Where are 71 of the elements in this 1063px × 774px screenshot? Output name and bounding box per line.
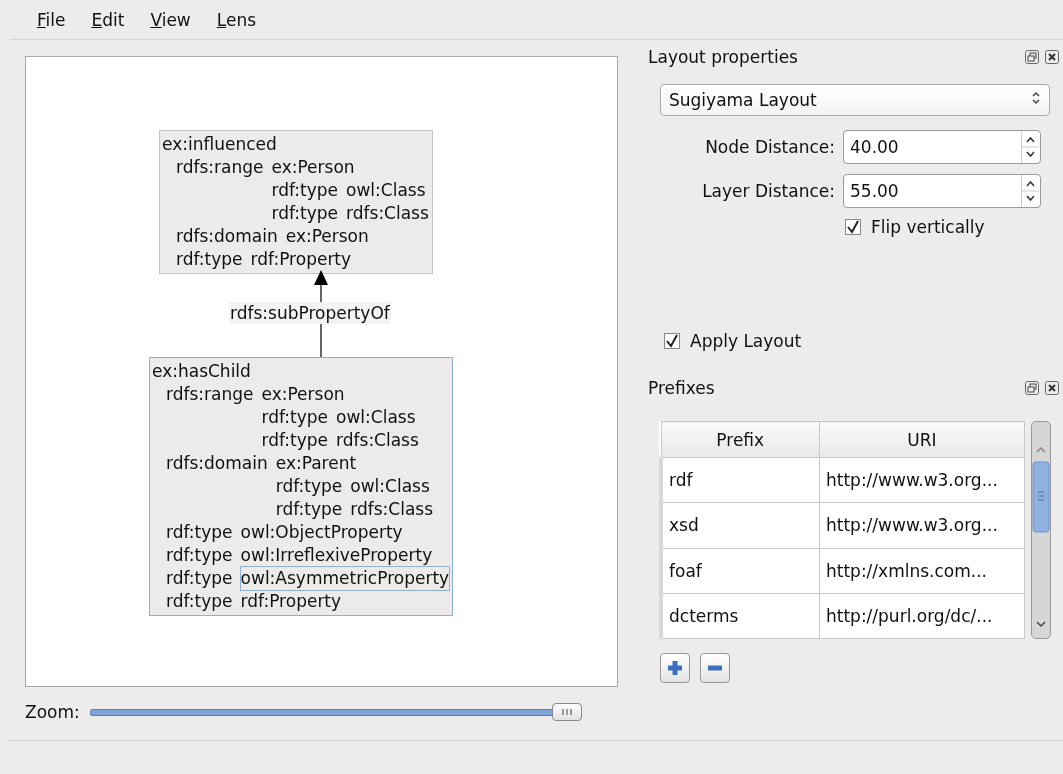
checkbox[interactable]: Apply Layout [664, 331, 802, 351]
spin-box[interactable]: 40.00 [843, 130, 1041, 164]
predicate-text: rdf:type [271, 179, 339, 202]
zoom-label: Zoom: [25, 702, 80, 722]
field-label: Node Distance: [705, 137, 835, 157]
table-cell: foaf [661, 548, 820, 594]
predicate-text: rdfs:domain [166, 452, 268, 475]
field-label: Layer Distance: [702, 181, 835, 201]
plus-icon [665, 658, 685, 678]
menu-item[interactable]: File [24, 9, 79, 30]
menu-item[interactable]: Edit [78, 9, 138, 30]
layout-dropdown[interactable]: Sugiyama Layout [660, 84, 1050, 116]
predicate-text: rdfs:range [166, 383, 254, 406]
add-button[interactable] [660, 653, 690, 683]
checkmark-icon [846, 220, 860, 234]
predicate-text: rdf:type [275, 498, 343, 521]
graph-node[interactable]: ex:influenced rdfs:range ex:Person rdf:type owl:Class rdf:type rdfs:Class rdfs:domain ex:Person rdf:type rdf:Property [159, 130, 433, 274]
object-text[interactable]: ex:Person [260, 382, 346, 407]
object-text[interactable]: owl:Class [349, 474, 431, 499]
object-text[interactable]: ex:Person [270, 155, 356, 180]
predicate-text: rdf:type [176, 248, 243, 271]
object-text[interactable]: owl:ObjectProperty [239, 520, 404, 545]
object-text[interactable]: rdfs:Class [345, 201, 430, 226]
column-header[interactable]: Prefix [661, 421, 820, 458]
graph-node[interactable] [149, 357, 454, 616]
predicate-text: rdf:type [261, 429, 329, 452]
panel-title: Prefixes [648, 378, 715, 398]
object-text[interactable]: ex:Person [284, 224, 370, 249]
remove-button[interactable] [700, 653, 730, 683]
predicate-text: rdf:type [261, 406, 329, 429]
object-text[interactable]: rdfs:Class [335, 428, 420, 453]
node-title: ex:hasChild [152, 360, 252, 383]
updown-icon [1031, 90, 1041, 106]
predicate-text: rdf:type [271, 202, 339, 225]
table-cell: dcterms [661, 593, 820, 639]
panel-title: Layout properties [648, 47, 798, 67]
edge-label: rdfs:subPropertyOf [229, 302, 391, 324]
checkbox[interactable]: Flip vertically [845, 217, 985, 237]
object-text[interactable]: ex:Parent [274, 451, 358, 476]
column-header[interactable]: URI [819, 421, 1025, 458]
slider-handle[interactable] [551, 703, 582, 721]
close-icon[interactable] [1045, 381, 1059, 395]
table-cell: http://purl.org/dc/... [819, 593, 1025, 639]
table-cell: rdf [661, 457, 820, 503]
table-cell: http://xmlns.com... [819, 548, 1025, 594]
float-icon[interactable] [1025, 381, 1039, 395]
table-cell: http://www.w3.org... [819, 457, 1025, 503]
predicate-text: rdf:type [275, 475, 343, 498]
predicate-text: rdf:type [166, 590, 233, 613]
checkmark-icon [665, 334, 679, 348]
object-text[interactable]: owl:Class [335, 405, 417, 430]
scrollbar[interactable] [1031, 421, 1051, 639]
table-cell: xsd [661, 502, 820, 549]
object-text[interactable]: rdfs:Class [349, 497, 435, 522]
predicate-text: rdfs:range [176, 156, 264, 179]
object-text[interactable]: rdf:Property [239, 589, 343, 614]
object-text[interactable]: rdf:Property [249, 247, 353, 272]
object-text[interactable]: owl:AsymmetricProperty [239, 566, 451, 591]
predicate-text: rdf:type [166, 544, 233, 567]
object-text[interactable]: owl:IrreflexiveProperty [239, 543, 434, 568]
predicate-text: rdf:type [166, 567, 233, 590]
object-text[interactable]: owl:Class [345, 178, 427, 203]
float-icon[interactable] [1025, 50, 1039, 64]
menu-item[interactable]: View [137, 9, 204, 30]
close-icon[interactable] [1045, 50, 1059, 64]
menu-item[interactable]: Lens [203, 9, 270, 30]
node-title: ex:influenced [162, 133, 278, 156]
predicate-text: rdf:type [166, 521, 233, 544]
spin-box[interactable]: 55.00 [843, 174, 1041, 208]
predicate-text: rdfs:domain [176, 225, 278, 248]
table-cell: http://www.w3.org... [819, 502, 1025, 549]
